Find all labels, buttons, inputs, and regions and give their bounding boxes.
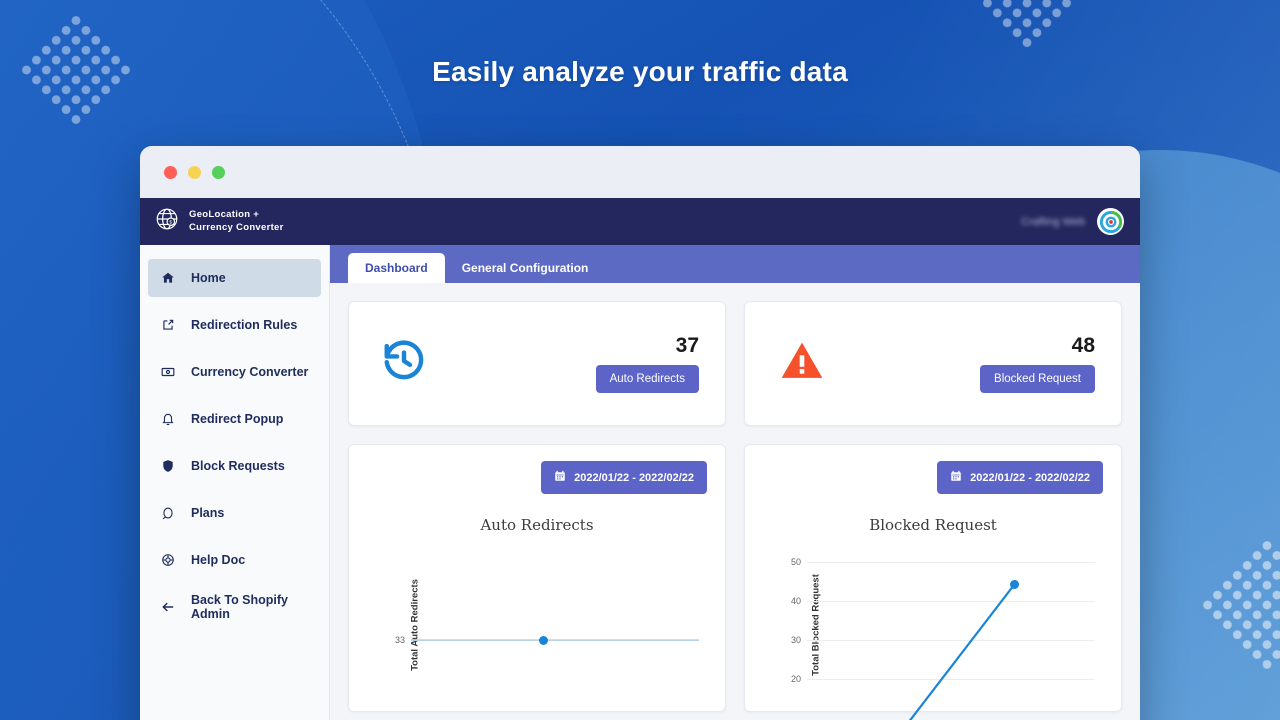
window-titlebar	[140, 146, 1140, 198]
sidebar-item-currency-converter[interactable]: Currency Converter	[148, 353, 321, 391]
history-restore-icon	[381, 338, 427, 389]
chart-y-tick: 33	[394, 635, 405, 645]
sidebar-item-home[interactable]: Home	[148, 259, 321, 297]
bell-icon	[160, 411, 176, 427]
stat-value: 37	[675, 334, 699, 357]
sidebar-item-plans[interactable]: Plans	[148, 494, 321, 532]
stat-card-content: 48 Blocked Request	[980, 334, 1095, 393]
sidebar-item-label: Help Doc	[191, 553, 246, 567]
svg-text:$: $	[169, 220, 172, 226]
chart-card-row: 2022/01/22 - 2022/02/22 Auto Redirects T…	[348, 444, 1122, 712]
date-range-label: 2022/01/22 - 2022/02/22	[574, 471, 694, 484]
tab-dashboard[interactable]: Dashboard	[348, 253, 445, 283]
chart-title: Blocked Request	[869, 516, 997, 534]
stat-card-row: 37 Auto Redirects 48 Blocked Request	[348, 301, 1122, 426]
sidebar-item-label: Back To Shopify Admin	[191, 593, 289, 621]
app-brand-line2: Currency Converter	[189, 221, 284, 233]
chart-plot-area: 50 40 30 20	[791, 550, 1095, 700]
date-range-picker-blocked-request[interactable]: 2022/01/22 - 2022/02/22	[937, 461, 1103, 494]
sidebar-item-label: Currency Converter	[191, 365, 309, 379]
sidebar-item-label: Block Requests	[191, 459, 285, 473]
promo-headline: Easily analyze your traffic data	[432, 56, 848, 87]
promo-stage: Easily analyze your traffic data $ GeoLo…	[0, 0, 1280, 720]
app-brand[interactable]: $ GeoLocation + Currency Converter	[154, 206, 284, 237]
sidebar-item-back-to-shopify-admin[interactable]: Back To Shopify Admin	[148, 588, 321, 626]
stat-card-auto-redirects: 37 Auto Redirects	[348, 301, 726, 426]
sidebar-item-label: Plans	[191, 506, 225, 520]
account-name: Crafting Web	[1021, 215, 1085, 228]
chart-series-blocked-request	[807, 550, 1095, 700]
auto-redirects-button[interactable]: Auto Redirects	[595, 365, 699, 393]
chart-card-blocked-request: 2022/01/22 - 2022/02/22 Blocked Request …	[744, 444, 1122, 712]
sidebar: Home Redirection Rules Currency Converte…	[140, 245, 330, 720]
window-zoom-button[interactable]	[212, 165, 225, 179]
warning-triangle-icon	[777, 338, 827, 389]
account-logo-icon[interactable]	[1097, 208, 1124, 235]
refresh-icon	[160, 505, 176, 521]
chart-card-auto-redirects: 2022/01/22 - 2022/02/22 Auto Redirects T…	[348, 444, 726, 712]
money-icon	[160, 364, 176, 380]
chart-y-tick: 50	[790, 557, 801, 567]
tab-label: Dashboard	[365, 261, 428, 275]
shield-icon	[160, 458, 176, 474]
window-minimize-button[interactable]	[188, 165, 201, 179]
stat-card-content: 37 Auto Redirects	[595, 334, 699, 393]
sidebar-item-label: Redirect Popup	[191, 412, 284, 426]
calendar-icon	[554, 470, 566, 485]
app-brand-title: GeoLocation + Currency Converter	[189, 209, 284, 235]
external-link-icon	[160, 317, 176, 333]
app-body: Home Redirection Rules Currency Converte…	[140, 245, 1140, 720]
sidebar-item-help-doc[interactable]: Help Doc	[148, 541, 321, 579]
chart-title: Auto Redirects	[480, 516, 594, 534]
window-close-button[interactable]	[164, 165, 177, 179]
chart-plot-blocked-request: Total Blocked Request 50 40 30 20	[763, 550, 1103, 700]
dashboard-panel: 37 Auto Redirects 48 Blocked Request 202…	[330, 283, 1140, 720]
chart-plot-auto-redirects: Total Auto Redirects 33	[367, 550, 707, 700]
tab-label: General Configuration	[461, 261, 589, 275]
chart-y-tick: 40	[790, 596, 801, 606]
sidebar-item-redirect-popup[interactable]: Redirect Popup	[148, 400, 321, 438]
arrow-left-icon	[160, 599, 176, 615]
home-icon	[160, 270, 176, 286]
chart-data-point[interactable]	[538, 635, 548, 645]
chart-y-tick: 20	[790, 674, 801, 684]
chart-plot-area: 33	[395, 550, 699, 700]
app-brand-line1: GeoLocation +	[189, 208, 260, 220]
chart-series-auto-redirects	[411, 550, 699, 700]
tab-general-configuration[interactable]: General Configuration	[445, 253, 606, 283]
sidebar-item-label: Redirection Rules	[191, 318, 298, 332]
globe-currency-icon: $	[154, 206, 180, 237]
chart-y-tick: 30	[790, 635, 801, 645]
app-navbar: $ GeoLocation + Currency Converter Craft…	[140, 198, 1140, 245]
lifebuoy-icon	[160, 552, 176, 568]
date-range-picker-auto-redirects[interactable]: 2022/01/22 - 2022/02/22	[541, 461, 707, 494]
date-range-label: 2022/01/22 - 2022/02/22	[970, 471, 1090, 484]
sidebar-item-label: Home	[191, 271, 226, 285]
blocked-request-button[interactable]: Blocked Request	[980, 365, 1095, 393]
chart-data-point[interactable]	[1009, 580, 1019, 589]
tab-bar: Dashboard General Configuration	[330, 245, 1140, 283]
main-content: Dashboard General Configuration 37 Auto …	[330, 245, 1140, 720]
browser-window: $ GeoLocation + Currency Converter Craft…	[140, 146, 1140, 720]
stat-card-blocked-request: 48 Blocked Request	[744, 301, 1122, 426]
sidebar-item-block-requests[interactable]: Block Requests	[148, 447, 321, 485]
calendar-icon	[950, 470, 962, 485]
sidebar-item-redirection-rules[interactable]: Redirection Rules	[148, 306, 321, 344]
stat-value: 48	[1071, 334, 1095, 357]
